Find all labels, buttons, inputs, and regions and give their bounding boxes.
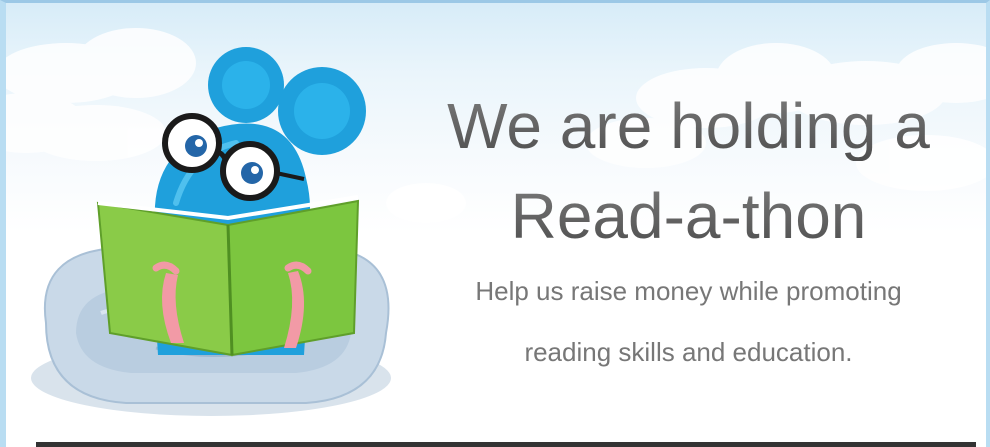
headline-line-1: We are holding a [401,91,976,161]
subtext-line-1: Help us raise money while promoting [475,276,902,306]
reading-mouse-illustration [31,47,391,416]
headline-line-2: Read-a-thon [401,181,976,251]
bottom-divider [36,442,976,447]
read-a-thon-banner: We are holding a Read-a-thon Help us rai… [0,0,990,447]
subtext-line-2: reading skills and education. [524,337,853,367]
